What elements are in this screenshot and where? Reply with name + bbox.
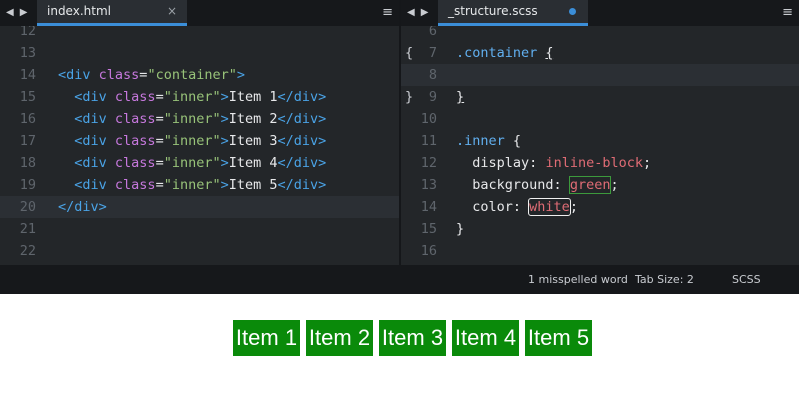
code-line[interactable]: 13 (0, 42, 399, 64)
line-number: 22 (19, 243, 36, 259)
status-bar: 1 misspelled word Tab Size: 2 SCSS (0, 265, 799, 294)
code-line[interactable]: 21 (0, 218, 399, 240)
code-text: } (456, 221, 465, 237)
code-text: } (456, 89, 465, 105)
nav-forward-icon[interactable]: ▶ (421, 7, 429, 18)
code-line[interactable]: 10 (401, 108, 799, 130)
preview-item: Item 4 (452, 320, 519, 356)
code-line[interactable]: 15 <div class="inner">Item 1</div> (0, 86, 399, 108)
nav-back-icon[interactable]: ◀ (6, 7, 14, 18)
menu-icon[interactable]: ≡ (382, 0, 393, 26)
line-number: 12 (19, 26, 36, 39)
code-line[interactable]: 16 <div class="inner">Item 2</div> (0, 108, 399, 130)
code-line[interactable]: 22 (0, 240, 399, 262)
code-text: background: green; (472, 176, 619, 194)
tab-index-html[interactable]: index.html × (37, 0, 187, 26)
nav-back-icon[interactable]: ◀ (407, 7, 415, 18)
line-number: 20 (19, 199, 36, 215)
left-nav-buttons: ◀ ▶ (6, 0, 33, 26)
line-number: 10 (420, 111, 437, 127)
code-area-html[interactable]: 12 13 14 <div class="container"> 15 <div cla… (0, 26, 399, 265)
code-line[interactable]: 15} (401, 218, 799, 240)
tab-title: index.html (47, 4, 111, 18)
code-line[interactable]: 7{.container { (401, 42, 799, 64)
menu-icon[interactable]: ≡ (782, 0, 793, 26)
code-text: .inner { (456, 133, 522, 149)
line-number: 13 (420, 177, 437, 193)
fold-marker-icon[interactable]: } (405, 86, 413, 108)
preview-item: Item 1 (233, 320, 300, 356)
code-line[interactable]: 14 <div class="container"> (0, 64, 399, 86)
nav-forward-icon[interactable]: ▶ (20, 7, 28, 18)
code-line[interactable]: 12 display: inline-block; (401, 152, 799, 174)
line-number: 12 (420, 155, 437, 171)
spelling-status[interactable]: 1 misspelled word (528, 265, 628, 294)
tab-size-status[interactable]: Tab Size: 2 (635, 265, 694, 294)
preview-item: Item 5 (525, 320, 592, 356)
left-tab-bar: ◀ ▶ index.html × ≡ (0, 0, 399, 26)
line-number: 18 (19, 155, 36, 171)
right-tab-bar: ◀ ▶ _structure.scss ≡ (401, 0, 799, 26)
code-text: .container { (456, 45, 554, 61)
code-line[interactable]: 12 (0, 26, 399, 42)
code-text: <div class="inner">Item 5</div> (74, 177, 327, 193)
code-text: <div class="inner">Item 1</div> (74, 89, 327, 105)
code-text: <div class="inner">Item 4</div> (74, 155, 327, 171)
line-number: 15 (19, 89, 36, 105)
code-line[interactable]: 17 <div class="inner">Item 3</div> (0, 130, 399, 152)
line-number: 6 (428, 26, 437, 39)
code-line[interactable]: 19 <div class="inner">Item 5</div> (0, 174, 399, 196)
code-line[interactable]: 20 </div> (0, 196, 399, 218)
code-line[interactable]: 8 (401, 64, 799, 86)
code-area-scss[interactable]: 6 7{.container {8 9}} 10 11 .inner {12 displa… (401, 26, 799, 265)
line-number: 13 (19, 45, 36, 61)
code-text: <div class="container"> (58, 67, 245, 83)
line-number: 14 (19, 67, 36, 83)
tab-title: _structure.scss (448, 4, 538, 18)
fold-marker-icon[interactable]: { (405, 42, 413, 64)
code-line[interactable]: 18 <div class="inner">Item 4</div> (0, 152, 399, 174)
right-pane: ◀ ▶ _structure.scss ≡ 6 7{.container {8 9}}… (401, 0, 799, 265)
tab-structure-scss[interactable]: _structure.scss (438, 0, 588, 26)
line-number: 11 (420, 133, 437, 149)
unsaved-dot-icon (569, 8, 576, 15)
syntax-status[interactable]: SCSS (732, 265, 761, 294)
line-number: 8 (428, 67, 437, 83)
code-line[interactable]: 6 (401, 26, 799, 42)
code-text: <div class="inner">Item 3</div> (74, 133, 327, 149)
line-number: 15 (420, 221, 437, 237)
line-number: 14 (420, 199, 437, 215)
line-number: 16 (19, 111, 36, 127)
preview-item: Item 2 (306, 320, 373, 356)
code-line[interactable]: 11 .inner { (401, 130, 799, 152)
line-number: 16 (420, 243, 437, 259)
line-number: 17 (19, 133, 36, 149)
code-line[interactable]: 14 color: white; (401, 196, 799, 218)
code-text: display: inline-block; (472, 155, 652, 171)
close-icon[interactable]: × (167, 0, 177, 23)
preview-item: Item 3 (379, 320, 446, 356)
code-line[interactable]: 16 (401, 240, 799, 262)
line-number: 19 (19, 177, 36, 193)
editor-window: ◀ ▶ index.html × ≡ 12 13 14 <div class="cont… (0, 0, 799, 294)
code-text: color: white; (472, 198, 578, 216)
code-line[interactable]: 13 background: green; (401, 174, 799, 196)
right-nav-buttons: ◀ ▶ (407, 0, 434, 26)
code-text: <div class="inner">Item 2</div> (74, 111, 327, 127)
code-line[interactable]: 9}} (401, 86, 799, 108)
code-text: </div> (58, 199, 107, 215)
line-number: 21 (19, 221, 36, 237)
left-pane: ◀ ▶ index.html × ≡ 12 13 14 <div class="cont… (0, 0, 399, 265)
